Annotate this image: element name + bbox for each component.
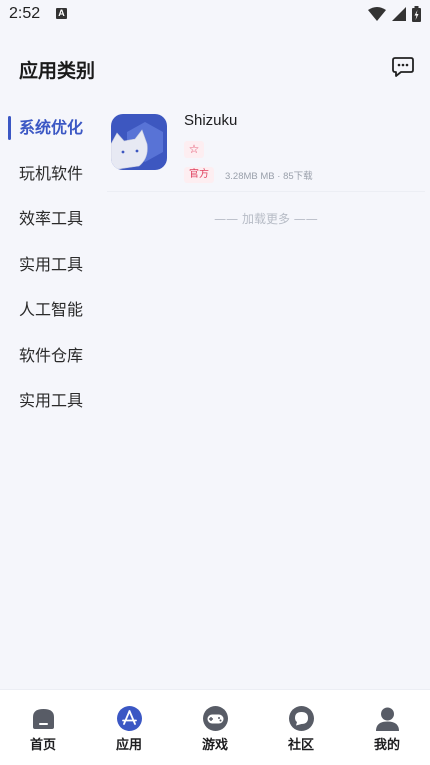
load-more-text[interactable]: —— 加载更多 —— [107, 210, 425, 227]
wifi-icon [368, 7, 386, 21]
app-name: Shizuku [184, 112, 238, 129]
active-indicator [8, 116, 11, 140]
notification-a-icon: A [56, 8, 67, 19]
sidebar-item-label: 软件仓库 [19, 345, 84, 365]
category-sidebar: 系统优化 玩机软件 效率工具 实用工具 人工智能 软件仓库 实用工具 [0, 105, 100, 424]
shizuku-app-icon [111, 114, 167, 170]
sidebar-item-label: 实用工具 [19, 391, 84, 410]
nav-label: 首页 [29, 738, 56, 753]
profile-icon [375, 707, 399, 731]
nav-label: 社区 [287, 738, 314, 753]
status-icons [368, 6, 421, 22]
sidebar-item-utilities[interactable]: 实用工具 [0, 242, 100, 288]
nav-label: 游戏 [201, 738, 228, 753]
chat-bubble-icon [392, 57, 414, 77]
nav-label: 我的 [373, 738, 400, 753]
bottom-nav: 首页 应用 游戏 社区 我的 [0, 689, 430, 765]
community-icon [288, 706, 314, 731]
chat-button[interactable] [392, 56, 414, 78]
sidebar-item-utilities-2[interactable]: 实用工具 [0, 378, 100, 424]
sidebar-item-software-repo[interactable]: 软件仓库 [0, 333, 100, 379]
sidebar-item-label: 实用工具 [19, 254, 84, 274]
sidebar-item-phone-tools[interactable]: 玩机软件 [0, 151, 100, 197]
status-time: 2:52 [9, 5, 41, 22]
status-bar: 2:52 A [0, 0, 430, 30]
nav-item-apps[interactable]: 应用 [86, 690, 172, 765]
favorite-star-icon[interactable]: ☆ [184, 141, 204, 158]
nav-item-home[interactable]: 首页 [0, 690, 86, 765]
nav-label: 应用 [115, 738, 142, 753]
home-icon [32, 709, 54, 729]
sidebar-item-efficiency-tools[interactable]: 效率工具 [0, 196, 100, 242]
gamepad-icon [202, 706, 228, 731]
page-title: 应用类别 [19, 60, 96, 82]
sidebar-item-label: 玩机软件 [19, 163, 84, 183]
app-meta: 3.28MB MB · 85下载 [225, 171, 313, 182]
app-store-icon [116, 706, 142, 731]
nav-item-community[interactable]: 社区 [258, 690, 344, 765]
sidebar-item-label: 系统优化 [19, 118, 84, 137]
nav-item-profile[interactable]: 我的 [344, 690, 430, 765]
sidebar-item-system-optimization[interactable]: 系统优化 [0, 105, 100, 151]
sidebar-item-label: 人工智能 [19, 300, 84, 319]
signal-icon [392, 7, 406, 21]
app-card-shizuku[interactable]: Shizuku ☆ 官方 3.28MB MB · 85下载 [107, 105, 425, 192]
sidebar-item-ai[interactable]: 人工智能 [0, 287, 100, 333]
sidebar-item-label: 效率工具 [19, 209, 84, 228]
nav-item-games[interactable]: 游戏 [172, 690, 258, 765]
official-tag: 官方 [184, 167, 214, 183]
battery-icon [412, 6, 421, 22]
